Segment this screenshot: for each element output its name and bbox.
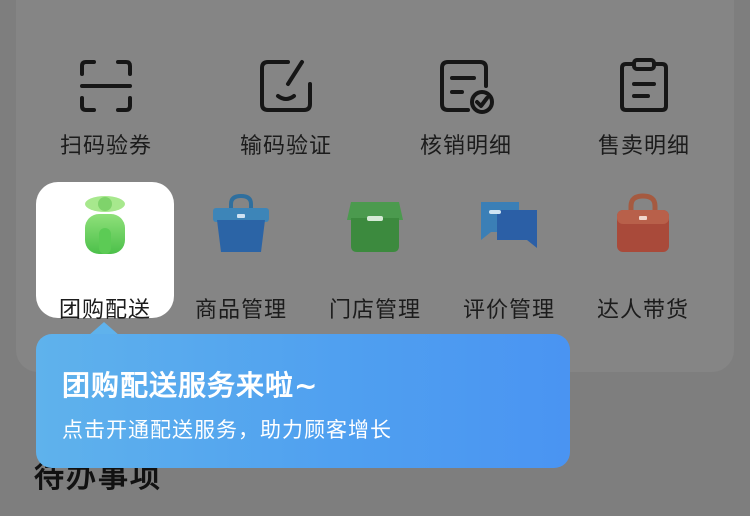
- store-manage-label: 门店管理: [328, 298, 421, 323]
- group-delivery-tooltip[interactable]: 团购配送服务来啦~ 点击开通配送服务，助力顾客增长: [36, 334, 570, 468]
- review-manage-button[interactable]: 评价管理: [440, 192, 578, 323]
- sales-detail-button[interactable]: 售卖明细: [574, 0, 714, 160]
- writeoff-detail-icon: [440, 60, 494, 114]
- store-manage-button[interactable]: 门店管理: [306, 192, 444, 323]
- influencer-sales-label: 达人带货: [596, 298, 689, 323]
- code-verify-button[interactable]: 输码验证: [216, 0, 356, 160]
- sales-detail-icon: [620, 58, 668, 112]
- review-chat-icon: [481, 202, 537, 248]
- writeoff-detail-button[interactable]: 核销明细: [396, 0, 536, 160]
- product-manage-button[interactable]: 商品管理: [172, 192, 310, 323]
- tools-row-1: 扫码验券 输码验证 核销明细 售卖明细: [0, 0, 750, 180]
- code-verify-label: 输码验证: [239, 134, 332, 159]
- tooltip-subtitle: 点击开通配送服务，助力顾客增长: [62, 418, 392, 442]
- group-delivery-label: 团购配送: [58, 298, 151, 323]
- scan-icon: [80, 60, 132, 112]
- influencer-sales-button[interactable]: 达人带货: [574, 192, 712, 323]
- group-delivery-button[interactable]: 团购配送: [36, 192, 174, 323]
- product-bag-icon: [213, 193, 269, 252]
- scan-coupon-button[interactable]: 扫码验券: [36, 0, 176, 160]
- delivery-robot-icon: [85, 196, 125, 254]
- tooltip-title: 团购配送服务来啦~: [62, 369, 319, 402]
- review-manage-label: 评价管理: [462, 298, 555, 323]
- sales-detail-label: 售卖明细: [597, 134, 690, 159]
- code-verify-icon: [260, 60, 312, 112]
- product-manage-label: 商品管理: [194, 298, 287, 323]
- scan-coupon-label: 扫码验券: [59, 134, 152, 159]
- influencer-bag-icon: [617, 193, 669, 252]
- writeoff-detail-label: 核销明细: [419, 134, 512, 159]
- store-icon: [347, 202, 403, 252]
